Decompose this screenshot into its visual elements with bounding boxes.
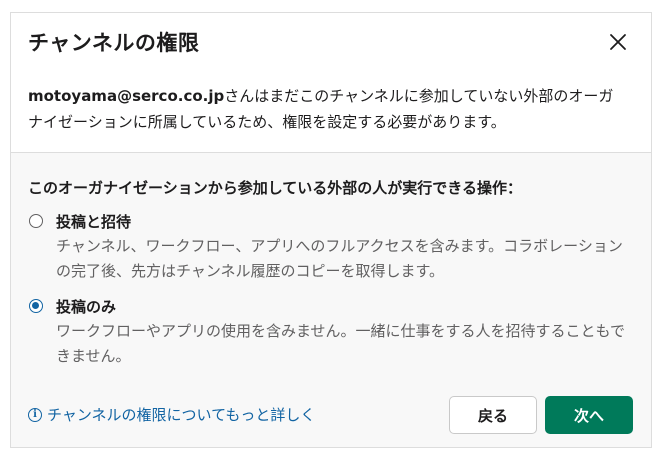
option-description: チャンネル、ワークフロー、アプリへのフルアクセスを含みます。コラボレーションの完… [56,237,623,280]
dialog-header: チャンネルの権限 [11,13,651,73]
close-icon [610,34,626,50]
learn-more-label: チャンネルの権限についてもっと詳しく [47,406,316,424]
option-title: 投稿と招待 [56,213,132,231]
dialog-intro: motoyama@serco.co.jpさんはまだこのチャンネルに参加していない… [28,83,628,135]
permissions-dialog: チャンネルの権限 motoyama@serco.co.jpさんはまだこのチャンネ… [10,12,652,448]
option-title: 投稿のみ [56,298,117,316]
info-icon: i [28,407,42,422]
radio-post-only[interactable] [29,299,43,313]
back-button[interactable]: 戻る [449,396,537,434]
close-button[interactable] [605,29,631,55]
option-description: ワークフローやアプリの使用を含みません。一緒に仕事をする人を招待することもできま… [56,322,625,365]
radio-post-and-invite[interactable] [29,214,43,228]
section-label: このオーガナイゼーションから参加している外部の人が実行できる操作： [28,179,522,197]
learn-more-link[interactable]: i チャンネルの権限についてもっと詳しく [28,404,315,425]
dialog-body: このオーガナイゼーションから参加している外部の人が実行できる操作： 投稿と招待 … [11,152,651,447]
dialog-title: チャンネルの権限 [28,31,200,55]
intro-email: motoyama@serco.co.jp [28,87,225,105]
next-button[interactable]: 次へ [545,396,633,434]
